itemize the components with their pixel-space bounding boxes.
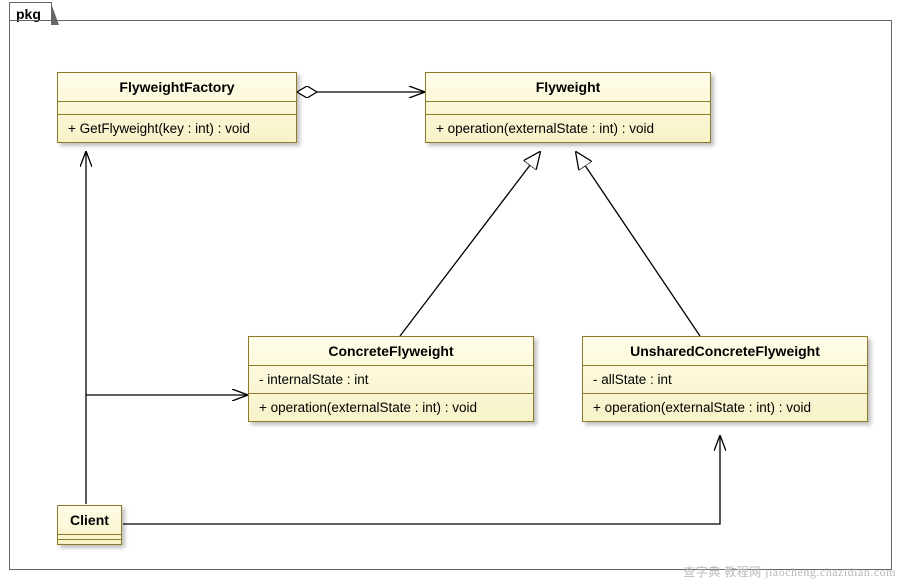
class-concrete-flyweight: ConcreteFlyweight - internalState : int …	[248, 336, 534, 422]
operation: + operation(externalState : int) : void	[436, 121, 700, 136]
operation: + GetFlyweight(key : int) : void	[68, 121, 286, 136]
class-title: ConcreteFlyweight	[249, 337, 533, 366]
attribute: - internalState : int	[259, 372, 523, 387]
class-flyweight: Flyweight + operation(externalState : in…	[425, 72, 711, 143]
class-operations	[58, 540, 121, 544]
class-operations: + operation(externalState : int) : void	[583, 394, 867, 421]
class-title: FlyweightFactory	[58, 73, 296, 102]
class-operations: + GetFlyweight(key : int) : void	[58, 115, 296, 142]
class-operations: + operation(externalState : int) : void	[249, 394, 533, 421]
class-title: UnsharedConcreteFlyweight	[583, 337, 867, 366]
class-attributes: - internalState : int	[249, 366, 533, 394]
class-attributes: - allState : int	[583, 366, 867, 394]
class-client: Client	[57, 505, 122, 545]
class-title: Client	[58, 506, 121, 535]
class-attributes	[58, 102, 296, 115]
class-flyweight-factory: FlyweightFactory + GetFlyweight(key : in…	[57, 72, 297, 143]
class-unshared-concrete-flyweight: UnsharedConcreteFlyweight - allState : i…	[582, 336, 868, 422]
watermark: 查字典 教程网 jiaocheng.chazidian.com	[683, 563, 896, 580]
operation: + operation(externalState : int) : void	[593, 400, 857, 415]
class-attributes	[426, 102, 710, 115]
class-title: Flyweight	[426, 73, 710, 102]
operation: + operation(externalState : int) : void	[259, 400, 523, 415]
class-operations: + operation(externalState : int) : void	[426, 115, 710, 142]
diagram-canvas: pkg FlyweightFactory + GetFlyweight(key …	[0, 0, 902, 582]
attribute: - allState : int	[593, 372, 857, 387]
